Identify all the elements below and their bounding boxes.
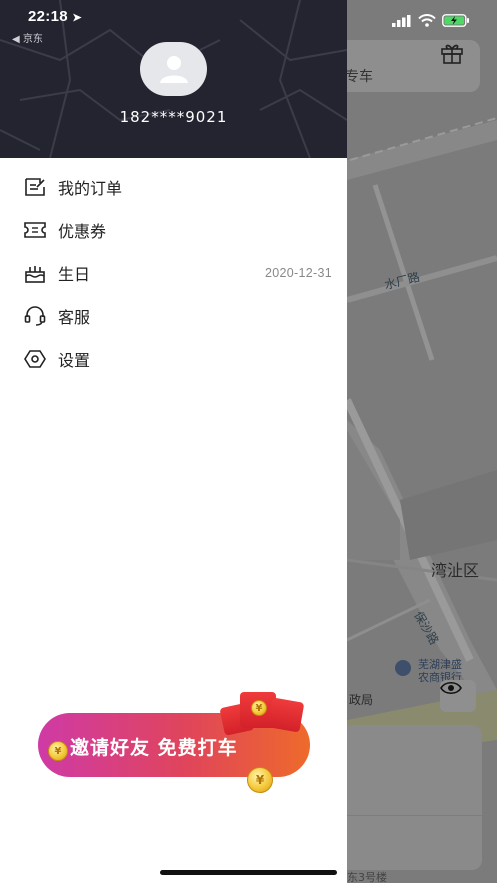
phone-number[interactable]: 182****9021 bbox=[0, 108, 347, 126]
menu-label-orders: 我的订单 bbox=[58, 178, 123, 198]
service-type-label: 专车 bbox=[345, 69, 373, 85]
home-indicator[interactable] bbox=[160, 870, 337, 875]
red-envelope-icon bbox=[267, 697, 305, 733]
locate-button[interactable] bbox=[440, 680, 476, 712]
menu-item-coupons[interactable]: 优惠券 bbox=[0, 208, 347, 251]
gift-button[interactable] bbox=[440, 42, 470, 70]
menu-label-settings: 设置 bbox=[58, 350, 91, 370]
drawer-menu: 我的订单 优惠券 生日 2020-12-31 客服 设置 bbox=[0, 165, 347, 380]
gov-poi-label: 政局 bbox=[349, 693, 374, 707]
back-to-app[interactable]: ◀ 京东 bbox=[12, 30, 43, 45]
menu-label-support: 客服 bbox=[58, 307, 91, 327]
status-time: 22:18 ➤ bbox=[28, 8, 82, 25]
menu-label-birthday: 生日 bbox=[58, 264, 91, 284]
coin-icon: ¥ bbox=[251, 700, 267, 716]
user-avatar-icon bbox=[159, 56, 188, 83]
birthday-cake-icon bbox=[24, 262, 46, 284]
location-arrow-icon: ➤ bbox=[72, 12, 82, 24]
avatar[interactable] bbox=[140, 42, 207, 96]
eye-locate-icon bbox=[440, 681, 462, 695]
coupon-icon bbox=[24, 219, 46, 241]
menu-item-birthday[interactable]: 生日 2020-12-31 bbox=[0, 251, 347, 294]
invite-banner-text: 邀请好友 免费打车 bbox=[70, 737, 238, 759]
bottom-panel[interactable] bbox=[330, 725, 482, 870]
settings-icon bbox=[24, 348, 46, 370]
signal-icon bbox=[392, 14, 411, 27]
coin-icon: ¥ bbox=[48, 741, 68, 761]
menu-item-support[interactable]: 客服 bbox=[0, 294, 347, 337]
battery-charging-icon bbox=[442, 14, 469, 27]
wifi-icon bbox=[418, 14, 436, 27]
building-label: 东3号楼 bbox=[347, 871, 387, 883]
menu-item-orders[interactable]: 我的订单 bbox=[0, 165, 347, 208]
status-time-text: 22:18 bbox=[28, 8, 68, 25]
headset-icon bbox=[24, 305, 46, 327]
coin-icon: ¥ bbox=[247, 767, 273, 793]
panel-divider bbox=[330, 815, 482, 816]
menu-item-settings[interactable]: 设置 bbox=[0, 337, 347, 380]
bank-poi-icon bbox=[395, 660, 411, 676]
status-indicators bbox=[392, 14, 470, 27]
district-label: 湾沚区 bbox=[431, 561, 480, 580]
orders-icon bbox=[24, 176, 46, 198]
birthday-date: 2020-12-31 bbox=[265, 265, 332, 280]
gift-icon bbox=[441, 44, 463, 64]
side-drawer: 182****9021 22:18 ➤ ◀ 京东 我的订单 优惠券 生日 202… bbox=[0, 0, 347, 883]
menu-label-coupons: 优惠券 bbox=[58, 221, 107, 241]
